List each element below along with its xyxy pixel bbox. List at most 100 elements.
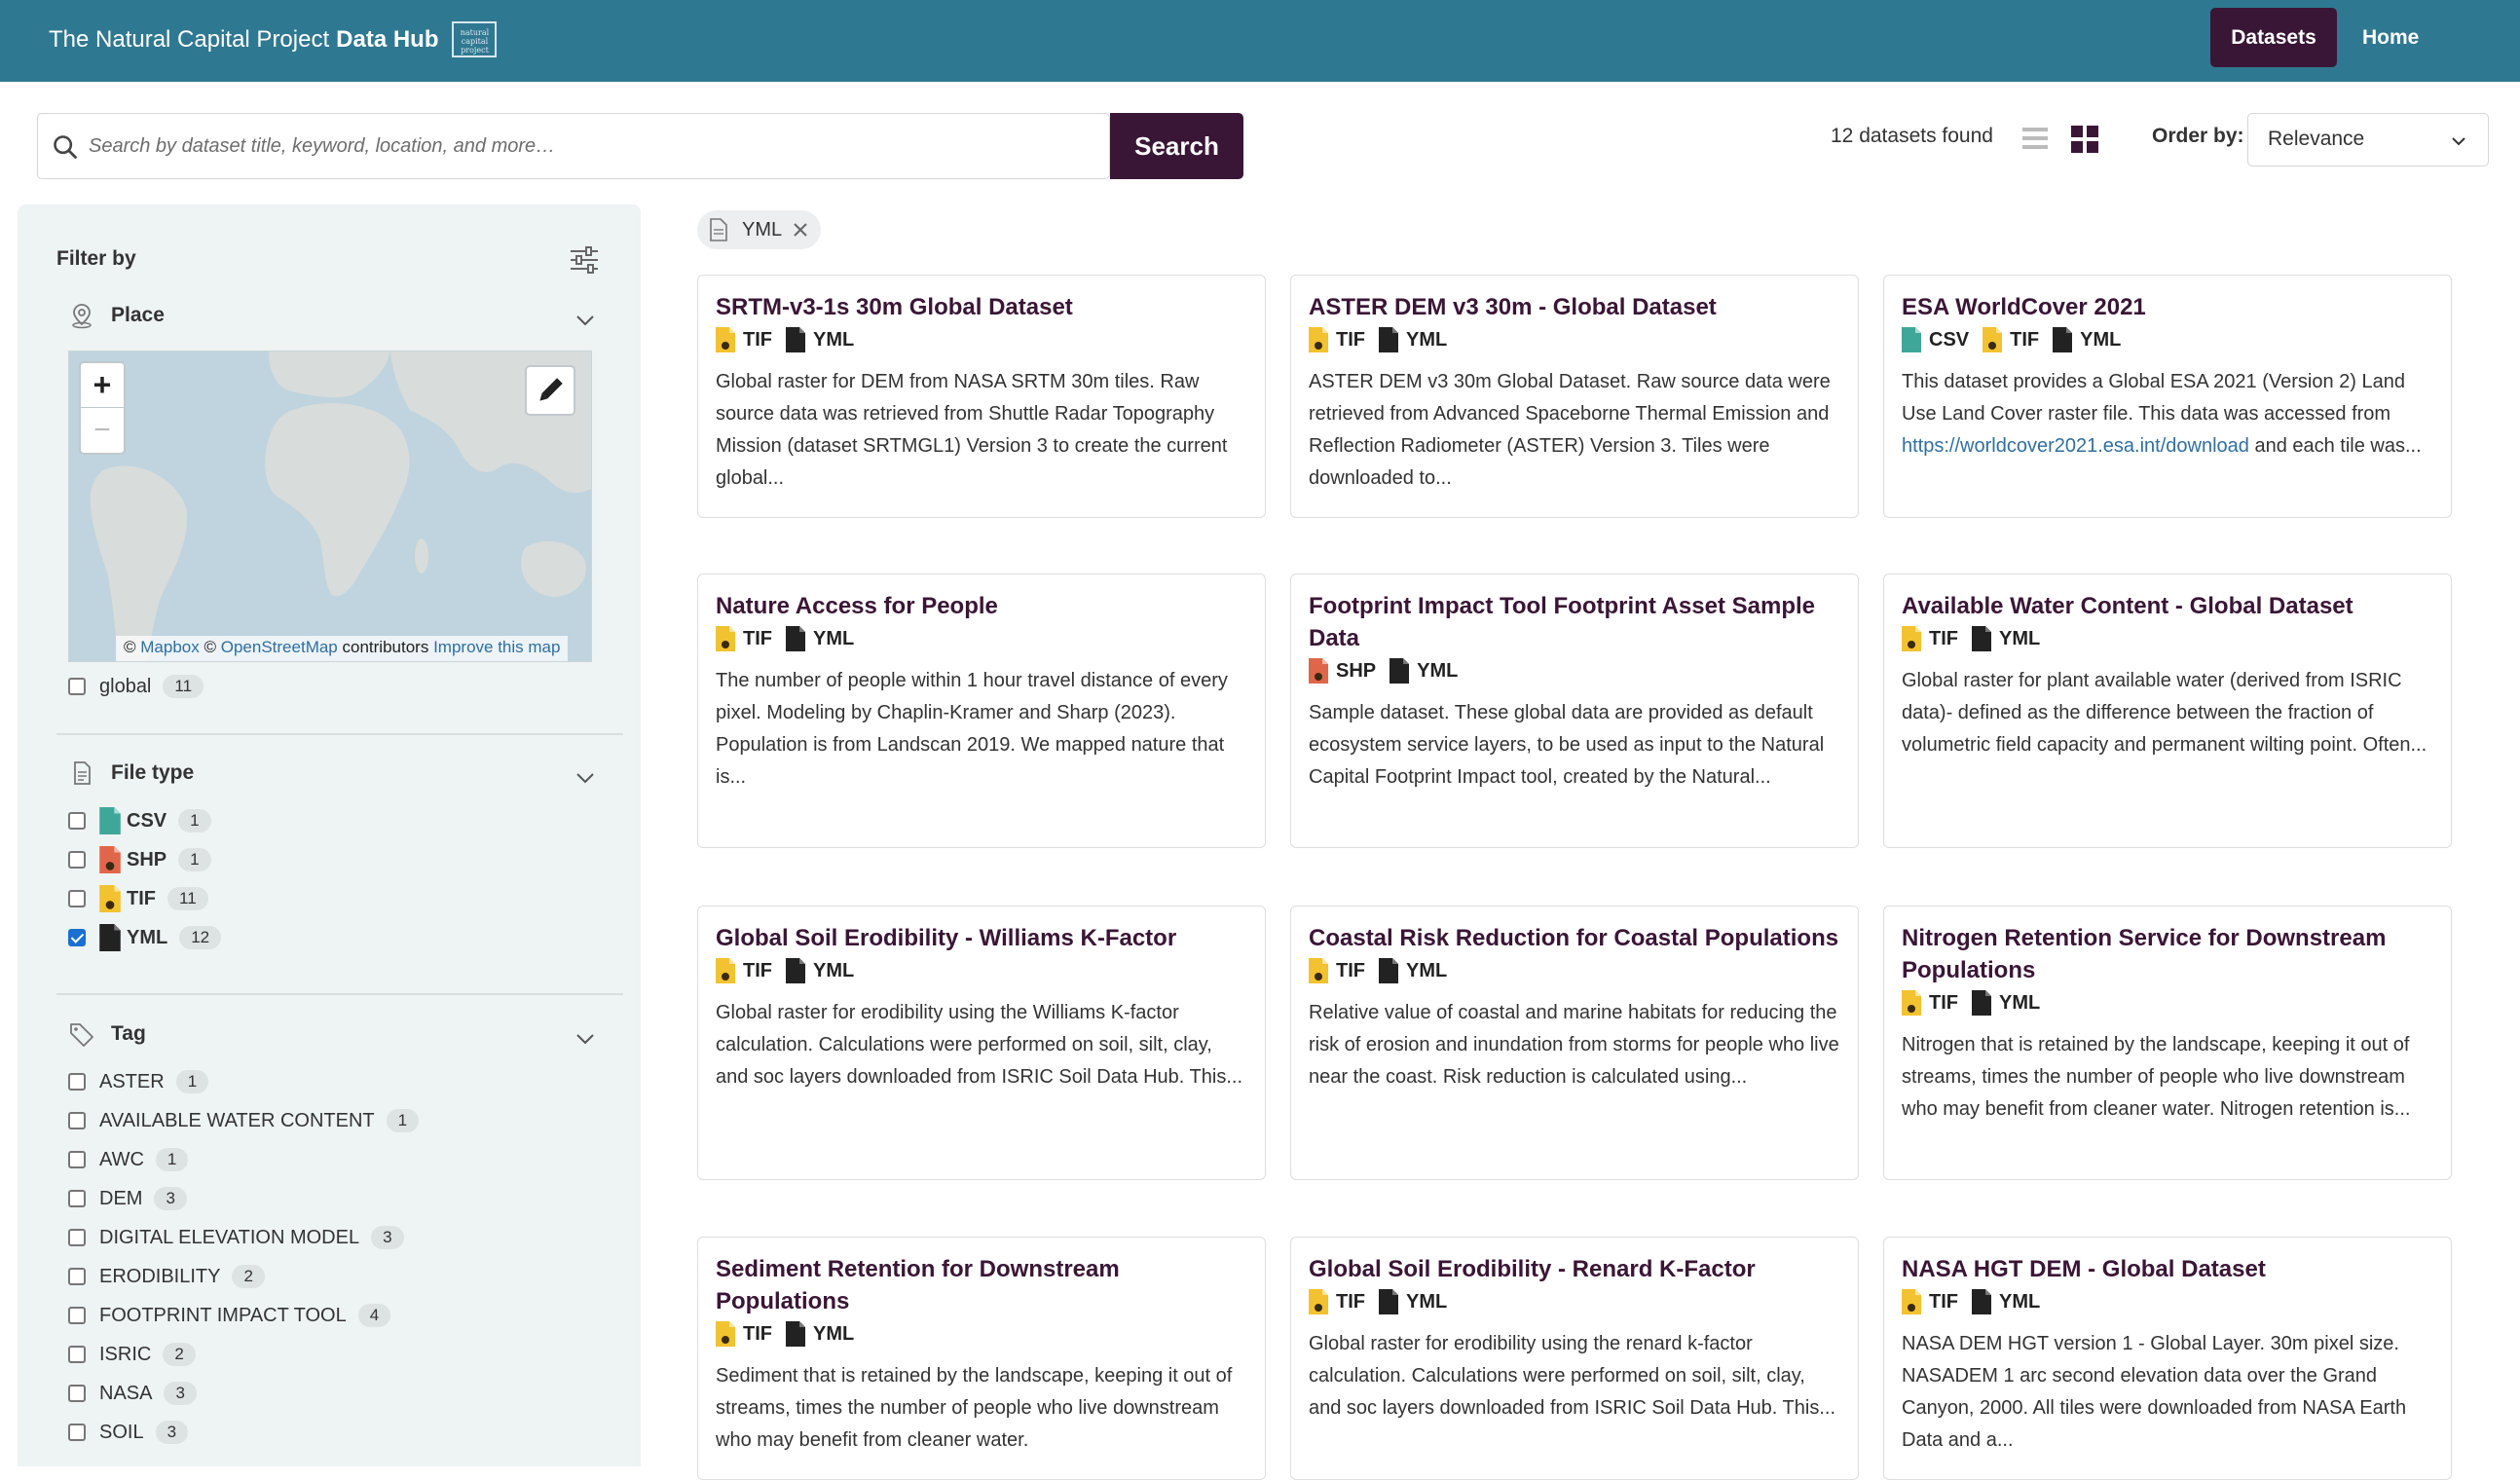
yml-file-icon (1972, 990, 1991, 1016)
improve-map-link[interactable]: Improve this map (433, 638, 560, 656)
dataset-card[interactable]: ESA WorldCover 2021 CSV TIF YML This dat… (1883, 275, 2452, 518)
tag-option[interactable]: DIGITAL ELEVATION MODEL 3 (68, 1223, 404, 1252)
dataset-card[interactable]: Nitrogen Retention Service for Downstrea… (1883, 906, 2452, 1180)
tag-section-header[interactable]: Tag (68, 1020, 146, 1048)
list-view-icon[interactable] (2021, 125, 2049, 152)
yml-badge: YML (786, 1321, 854, 1347)
draw-area-button[interactable] (525, 365, 575, 416)
tag-option[interactable]: ASTER 1 (68, 1067, 209, 1096)
worldcover-link[interactable]: https://worldcover2021.esa.int/download (1902, 435, 2249, 457)
search-input[interactable] (89, 114, 1062, 178)
checkbox[interactable] (68, 890, 86, 907)
dataset-card[interactable]: Footprint Impact Tool Footprint Asset Sa… (1290, 574, 1859, 848)
dataset-card[interactable]: SRTM-v3-1s 30m Global Dataset TIF YML Gl… (697, 275, 1266, 518)
card-title[interactable]: Global Soil Erodibility - Williams K-Fac… (716, 922, 1247, 954)
zoom-in-button[interactable]: + (81, 363, 124, 408)
card-title[interactable]: Available Water Content - Global Dataset (1902, 590, 2433, 622)
checkbox[interactable] (68, 1307, 86, 1324)
dataset-card[interactable]: Available Water Content - Global Dataset… (1883, 574, 2452, 848)
chevron-down-icon[interactable] (574, 767, 596, 789)
file-type-option-tif[interactable]: TIF 11 (68, 884, 208, 913)
mapbox-link[interactable]: Mapbox (140, 638, 199, 656)
dataset-card[interactable]: Global Soil Erodibility - Renard K-Facto… (1290, 1237, 1859, 1480)
grid-view-icon[interactable] (2070, 125, 2099, 154)
chevron-down-icon[interactable] (574, 1028, 596, 1050)
tif-file-icon (1902, 990, 1921, 1016)
tif-file-icon (716, 327, 735, 352)
yml-file-icon (1379, 958, 1398, 983)
yml-file-icon (2053, 327, 2073, 352)
tag-option[interactable]: NASA 3 (68, 1379, 197, 1408)
zoom-out-button[interactable]: − (81, 409, 124, 454)
badge-label: YML (1999, 1290, 2041, 1313)
file-type-option-yml[interactable]: YML 12 (68, 923, 222, 952)
card-title[interactable]: Coastal Risk Reduction for Coastal Popul… (1309, 922, 1840, 954)
checkbox[interactable] (68, 1112, 86, 1129)
active-filter-chip: YML (697, 210, 822, 249)
tag-option[interactable]: AVAILABLE WATER CONTENT 1 (68, 1106, 420, 1135)
card-title[interactable]: Sediment Retention for Downstream Popula… (716, 1253, 1247, 1317)
checkbox[interactable] (68, 812, 86, 830)
dataset-card[interactable]: NASA HGT DEM - Global Dataset TIF YML NA… (1883, 1237, 2452, 1480)
option-count: 1 (155, 1148, 189, 1171)
brand[interactable]: The Natural Capital Project Data Hub nat… (49, 21, 498, 57)
card-title[interactable]: ASTER DEM v3 30m - Global Dataset (1309, 291, 1840, 323)
card-title[interactable]: Global Soil Erodibility - Renard K-Facto… (1309, 1253, 1840, 1285)
dataset-card[interactable]: Global Soil Erodibility - Williams K-Fac… (697, 906, 1266, 1180)
card-title[interactable]: Nitrogen Retention Service for Downstrea… (1902, 922, 2433, 986)
checkbox[interactable] (68, 851, 86, 869)
place-option-global[interactable]: global 11 (68, 672, 204, 701)
nav-home-link[interactable]: Home (2362, 8, 2419, 67)
tif-badge: TIF (1309, 327, 1365, 352)
place-map[interactable]: + − © Mapbox © OpenStreetMap contributor… (68, 351, 592, 662)
tag-option[interactable]: FOOTPRINT IMPACT TOOL 4 (68, 1301, 391, 1330)
checkbox-checked[interactable] (68, 929, 86, 946)
search-button[interactable]: Search (1110, 113, 1243, 179)
card-title[interactable]: SRTM-v3-1s 30m Global Dataset (716, 291, 1247, 323)
card-title[interactable]: NASA HGT DEM - Global Dataset (1902, 1253, 2433, 1285)
document-icon (74, 761, 91, 785)
checkbox[interactable] (68, 1073, 86, 1091)
tag-option[interactable]: AWC 1 (68, 1145, 189, 1174)
file-type-option-shp[interactable]: SHP 1 (68, 845, 211, 874)
checkbox[interactable] (68, 1229, 86, 1246)
option-label: ASTER (99, 1070, 165, 1092)
tag-option[interactable]: ISRIC 2 (68, 1340, 196, 1369)
desc-text: This dataset provides a Global ESA 2021 … (1902, 371, 2405, 425)
nav-datasets-link[interactable]: Datasets (2210, 8, 2337, 67)
tif-file-icon (716, 958, 735, 983)
chevron-down-icon[interactable] (574, 310, 596, 331)
badge-label: TIF (1336, 328, 1365, 351)
order-by-select[interactable]: Relevance (2247, 113, 2489, 166)
card-title[interactable]: ESA WorldCover 2021 (1902, 291, 2433, 323)
checkbox[interactable] (68, 1190, 86, 1207)
file-type-section-header[interactable]: File type (68, 759, 194, 787)
checkbox[interactable] (68, 678, 86, 695)
checkbox[interactable] (68, 1151, 86, 1168)
option-label: FOOTPRINT IMPACT TOOL (99, 1304, 347, 1326)
place-section-header[interactable]: Place (68, 302, 165, 329)
checkbox[interactable] (68, 1346, 86, 1363)
close-icon[interactable] (792, 221, 809, 239)
checkbox[interactable] (68, 1385, 86, 1402)
osm-link[interactable]: OpenStreetMap (221, 638, 338, 656)
dataset-card[interactable]: Sediment Retention for Downstream Popula… (697, 1237, 1266, 1480)
tag-option[interactable]: SOIL 3 (68, 1418, 189, 1447)
card-title[interactable]: Nature Access for People (716, 590, 1247, 622)
badge-label: YML (1999, 627, 2041, 649)
dataset-card[interactable]: Nature Access for People TIF YML The num… (697, 574, 1266, 848)
sliders-icon[interactable] (569, 245, 600, 275)
dataset-card[interactable]: ASTER DEM v3 30m - Global Dataset TIF YM… (1290, 275, 1859, 518)
card-description: Nitrogen that is retained by the landsca… (1902, 1034, 2411, 1120)
checkbox[interactable] (68, 1424, 86, 1441)
tag-option[interactable]: ERODIBILITY 2 (68, 1262, 265, 1291)
dataset-card[interactable]: Coastal Risk Reduction for Coastal Popul… (1290, 906, 1859, 1180)
attrib-contributors: contributors (342, 638, 429, 656)
checkbox[interactable] (68, 1268, 86, 1285)
card-file-types: TIF YML (1902, 988, 2433, 1018)
chevron-down-icon (2452, 137, 2465, 146)
tag-option[interactable]: DEM 3 (68, 1184, 187, 1213)
card-title[interactable]: Footprint Impact Tool Footprint Asset Sa… (1309, 590, 1840, 654)
file-type-option-csv[interactable]: CSV 1 (68, 806, 211, 835)
map-pin-icon (72, 304, 92, 329)
